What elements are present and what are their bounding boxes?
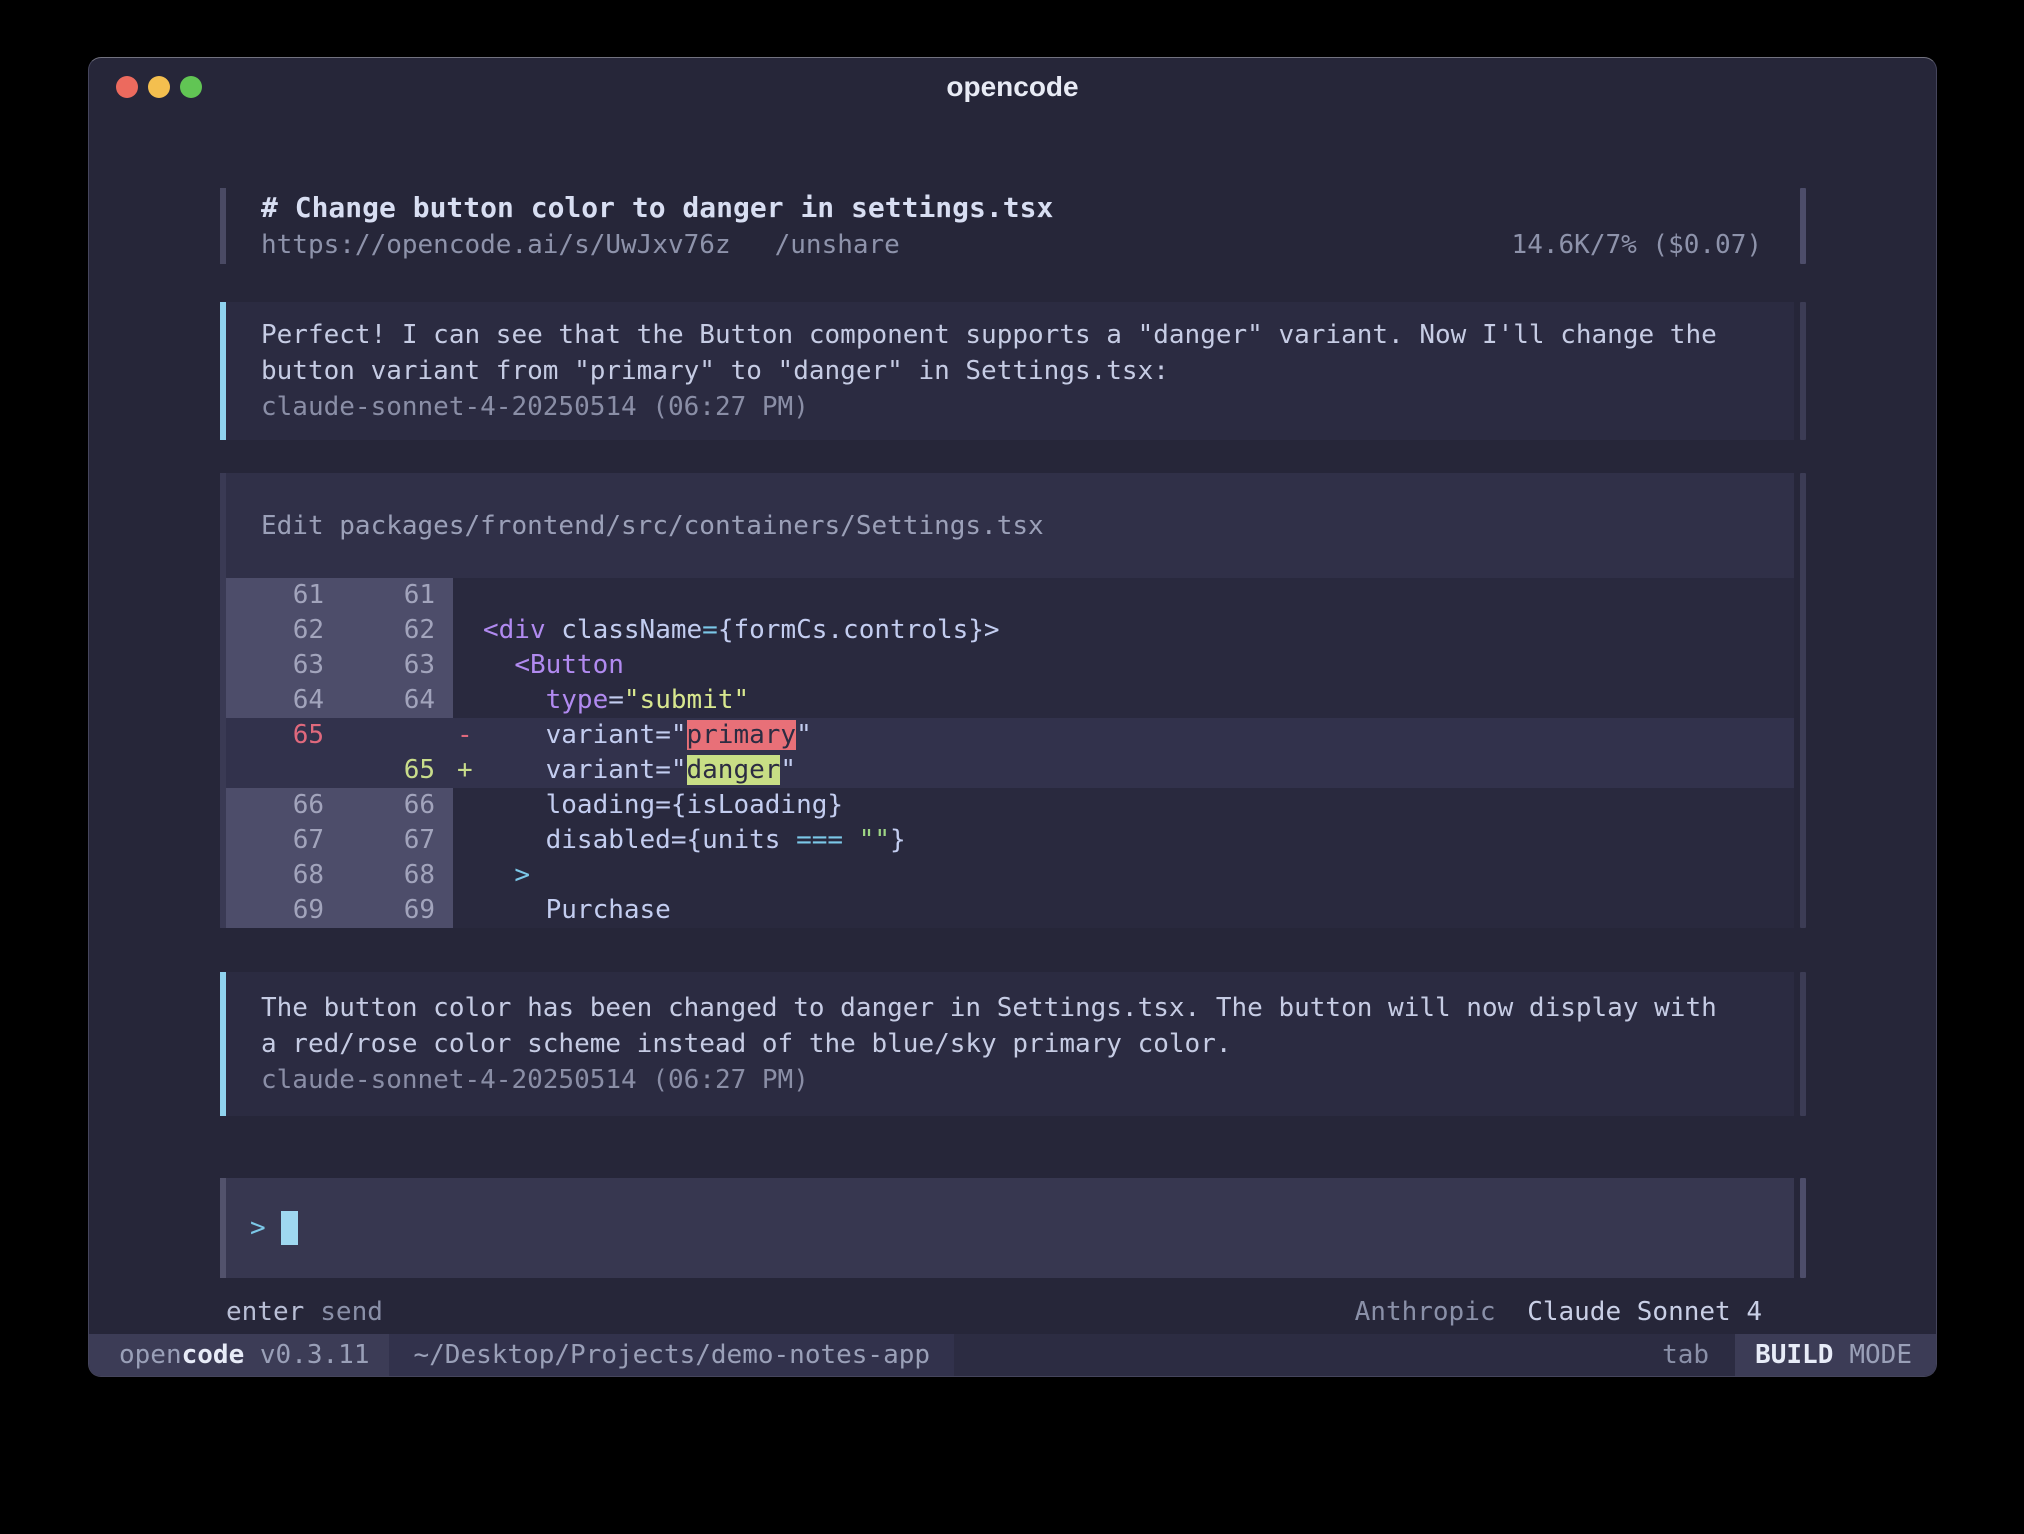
assistant-message: Perfect! I can see that the Button compo… <box>220 302 1794 440</box>
session-subheader: https://opencode.ai/s/UwJxv76z /unshare … <box>261 227 1794 263</box>
prompt-input[interactable]: > <box>220 1178 1794 1278</box>
mode-chip[interactable]: BUILD MODE <box>1735 1334 1936 1376</box>
app-version: v0.3.11 <box>260 1340 370 1370</box>
model-provider: Anthropic <box>1355 1297 1496 1327</box>
enter-key-hint: enter <box>226 1297 304 1327</box>
send-hint-label: send <box>320 1297 383 1327</box>
message-text-line: Perfect! I can see that the Button compo… <box>261 317 1794 353</box>
prompt-symbol: > <box>250 1213 266 1243</box>
terminal-window: opencode # Change button color to danger… <box>88 57 1937 1377</box>
diff-row: 65- variant="primary" <box>226 718 1794 753</box>
mode-secondary: MODE <box>1849 1340 1912 1370</box>
mode-primary: BUILD <box>1755 1340 1833 1370</box>
diff-row: 6868 > <box>226 858 1794 893</box>
unshare-action[interactable]: /unshare <box>775 227 900 263</box>
zoom-window-button[interactable] <box>180 76 202 98</box>
status-bar: opencode v0.3.11 ~/Desktop/Projects/demo… <box>89 1334 1936 1376</box>
session-content: # Change button color to danger in setti… <box>220 115 1794 1330</box>
session-title: # Change button color to danger in setti… <box>261 189 1794 227</box>
footer-hints: enter send Anthropic Claude Sonnet 4 <box>220 1294 1794 1330</box>
diff-row: 6767 disabled={units === ""} <box>226 823 1794 858</box>
message-text-line: a red/rose color scheme instead of the b… <box>261 1026 1794 1062</box>
diff-row: 6363 <Button <box>226 648 1794 683</box>
diff-row: 6161 <box>226 578 1794 613</box>
message-text-line: button variant from "primary" to "danger… <box>261 353 1794 389</box>
token-usage-cost: 14.6K/7% ($0.07) <box>1512 227 1762 263</box>
window-title: opencode <box>946 71 1078 103</box>
diff-rows: 61616262<div className={formCs.controls}… <box>226 578 1794 928</box>
app-name-prefix: open <box>119 1340 182 1370</box>
model-name: Claude Sonnet 4 <box>1527 1297 1762 1327</box>
diff-row: 6969 Purchase <box>226 893 1794 928</box>
diff-row: 65+ variant="danger" <box>226 753 1794 788</box>
diff-row: 6666 loading={isLoading} <box>226 788 1794 823</box>
text-cursor <box>281 1211 298 1245</box>
app-version-chip: opencode v0.3.11 <box>89 1334 389 1376</box>
diff-row: 6464 type="submit" <box>226 683 1794 718</box>
title-bar: opencode <box>89 58 1936 115</box>
minimize-window-button[interactable] <box>148 76 170 98</box>
app-name-suffix: code <box>182 1340 245 1370</box>
close-window-button[interactable] <box>116 76 138 98</box>
assistant-message: The button color has been changed to dan… <box>220 972 1794 1116</box>
share-url-link[interactable]: https://opencode.ai/s/UwJxv76z <box>261 227 731 263</box>
edit-tool-block: Edit packages/frontend/src/containers/Se… <box>220 473 1794 928</box>
edit-tool-title: Edit packages/frontend/src/containers/Se… <box>226 473 1794 578</box>
traffic-lights <box>116 76 202 98</box>
message-model-timestamp: claude-sonnet-4-20250514 (06:27 PM) <box>261 1062 1794 1098</box>
message-text-line: The button color has been changed to dan… <box>261 990 1794 1026</box>
tab-key-hint: tab <box>1662 1340 1735 1370</box>
model-indicator: Anthropic Claude Sonnet 4 <box>1355 1297 1762 1327</box>
diff-row: 6262<div className={formCs.controls}> <box>226 613 1794 648</box>
message-model-timestamp: claude-sonnet-4-20250514 (06:27 PM) <box>261 389 1794 425</box>
session-header: # Change button color to danger in setti… <box>220 188 1794 264</box>
working-directory: ~/Desktop/Projects/demo-notes-app <box>389 1334 954 1376</box>
